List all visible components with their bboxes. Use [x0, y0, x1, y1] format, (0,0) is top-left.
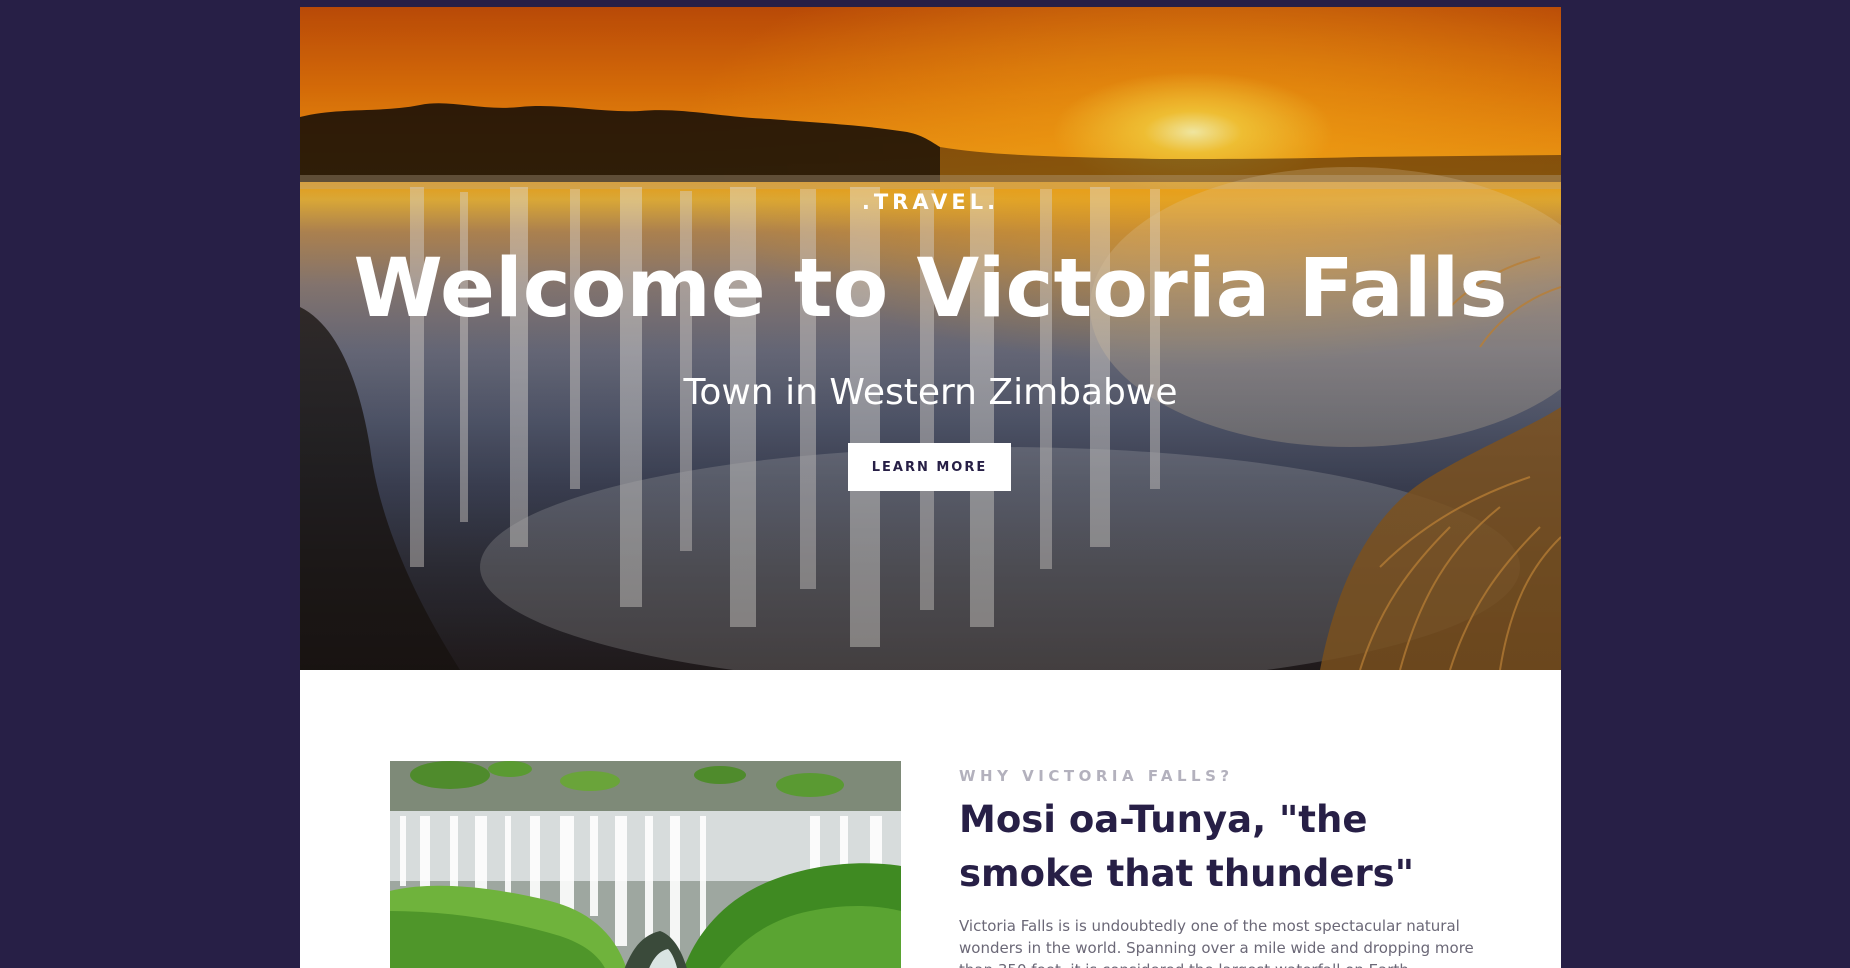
hero-section: .TRAVEL. Welcome to Victoria Falls Town …	[300, 7, 1561, 670]
about-text-block: WHY VICTORIA FALLS? Mosi oa-Tunya, "the …	[959, 767, 1489, 968]
hero-content: .TRAVEL. Welcome to Victoria Falls Town …	[300, 7, 1561, 670]
hero-subtitle: Town in Western Zimbabwe	[683, 372, 1178, 413]
hero-eyebrow: .TRAVEL.	[861, 190, 1000, 214]
about-heading: Mosi oa-Tunya, "the smoke that thunders"	[959, 798, 1414, 895]
about-section: WHY VICTORIA FALLS? Mosi oa-Tunya, "the …	[300, 670, 1561, 968]
hero-title: Welcome to Victoria Falls	[353, 242, 1508, 336]
about-body: Victoria Falls is is undoubtedly one of …	[959, 917, 1474, 968]
about-eyebrow: WHY VICTORIA FALLS?	[959, 767, 1234, 785]
learn-more-button[interactable]: LEARN MORE	[848, 443, 1011, 491]
victoria-falls-photo	[390, 761, 901, 968]
waterfall-photo-illustration	[390, 761, 901, 968]
page-container: .TRAVEL. Welcome to Victoria Falls Town …	[300, 7, 1561, 968]
